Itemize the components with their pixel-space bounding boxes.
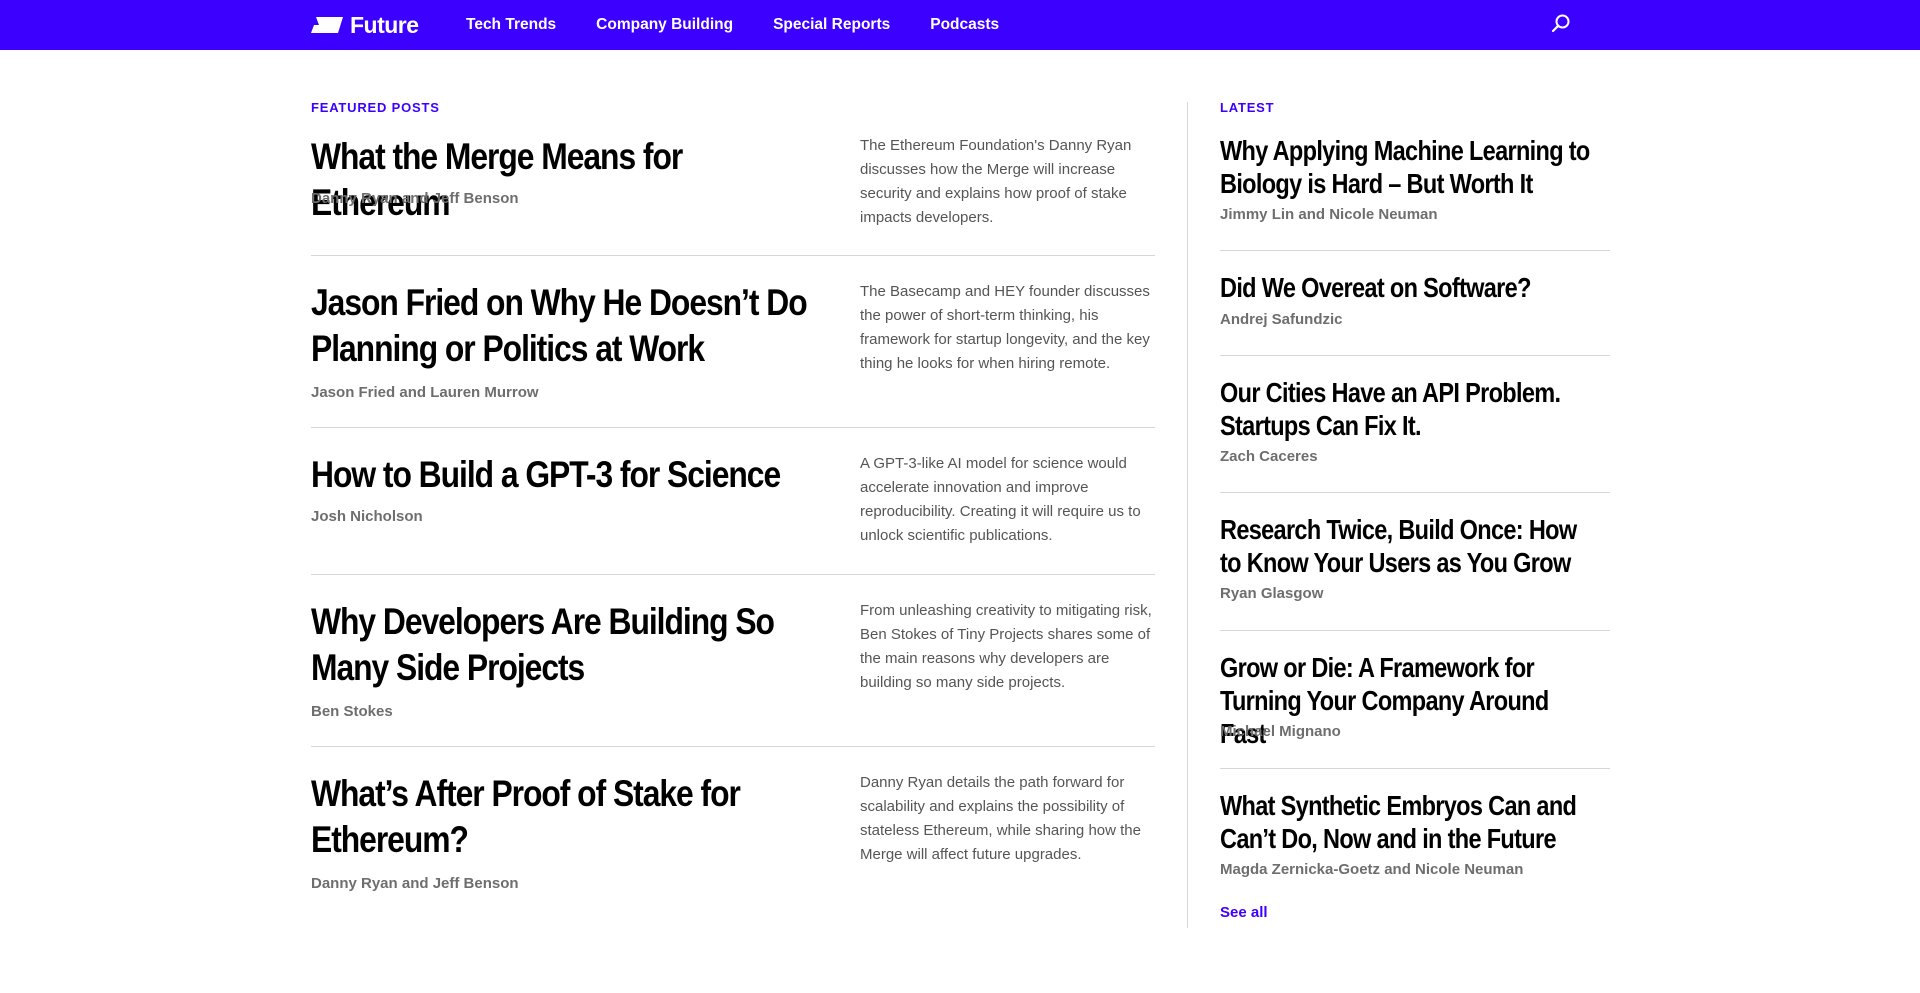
top-nav-bar: Future Tech Trends Company Building Spec… — [0, 0, 1920, 50]
featured-post: What’s After Proof of Stake for Ethereum… — [311, 747, 1155, 907]
nav-item-tech-trends[interactable]: Tech Trends — [466, 16, 556, 34]
featured-post-title[interactable]: Why Developers Are Building So Many Side… — [311, 599, 818, 691]
see-all-link[interactable]: See all — [1220, 904, 1268, 921]
featured-post-title[interactable]: What’s After Proof of Stake for Ethereum… — [311, 771, 818, 863]
featured-post-author[interactable]: Ben Stokes — [311, 703, 393, 720]
featured-post: Why Developers Are Building So Many Side… — [311, 575, 1155, 747]
featured-post-description: A GPT-3-like AI model for science would … — [860, 455, 1141, 544]
latest-post: Why Applying Machine Learning to Biology… — [1220, 126, 1610, 251]
latest-post-title[interactable]: Did We Overeat on Software? — [1220, 271, 1598, 304]
search-button[interactable] — [1550, 13, 1574, 37]
latest-post: Our Cities Have an API Problem. Startups… — [1220, 356, 1610, 493]
latest-posts-list: Why Applying Machine Learning to Biology… — [1220, 126, 1610, 899]
latest-post-title[interactable]: Why Applying Machine Learning to Biology… — [1220, 134, 1598, 200]
featured-post-author[interactable]: Jason Fried and Lauren Murrow — [311, 384, 539, 401]
latest-post-title[interactable]: Research Twice, Build Once: How to Know … — [1220, 513, 1598, 579]
featured-post-description: From unleashing creativity to mitigating… — [860, 602, 1152, 691]
latest-post: Grow or Die: A Framework for Turning You… — [1220, 631, 1610, 769]
site-logo-text: Future — [350, 11, 419, 38]
nav-item-company-building[interactable]: Company Building — [596, 16, 733, 34]
latest-post-author[interactable]: Andrej Safundzic — [1220, 311, 1343, 328]
latest-post-title[interactable]: Our Cities Have an API Problem. Startups… — [1220, 376, 1598, 442]
featured-post: What the Merge Means for Ethereum Danny … — [311, 126, 1155, 256]
latest-post-author[interactable]: Magda Zernicka-Goetz and Nicole Neuman — [1220, 861, 1523, 878]
featured-post-title[interactable]: What the Merge Means for Ethereum — [311, 134, 818, 226]
latest-post-author[interactable]: Ryan Glasgow — [1220, 585, 1323, 602]
featured-post-description: The Ethereum Foundation's Danny Ryan dis… — [860, 137, 1132, 226]
featured-post: How to Build a GPT-3 for Science Josh Ni… — [311, 428, 1155, 575]
latest-post-author[interactable]: Michael Mignano — [1220, 723, 1341, 740]
latest-post: Did We Overeat on Software? Andrej Safun… — [1220, 251, 1610, 356]
column-divider — [1187, 102, 1188, 928]
latest-post-author[interactable]: Jimmy Lin and Nicole Neuman — [1220, 206, 1438, 223]
featured-post-author[interactable]: Danny Ryan and Jeff Benson — [311, 190, 519, 207]
search-icon — [1551, 14, 1570, 33]
featured-post-title[interactable]: How to Build a GPT-3 for Science — [311, 452, 818, 498]
featured-posts-label: FEATURED POSTS — [311, 100, 440, 115]
nav-item-podcasts[interactable]: Podcasts — [930, 16, 999, 34]
latest-post-title[interactable]: What Synthetic Embryos Can and Can’t Do,… — [1220, 789, 1598, 855]
latest-post-author[interactable]: Zach Caceres — [1220, 448, 1318, 465]
site-logo[interactable]: Future — [310, 12, 419, 38]
latest-label: LATEST — [1220, 100, 1275, 115]
featured-post-author[interactable]: Danny Ryan and Jeff Benson — [311, 875, 519, 892]
latest-post: Research Twice, Build Once: How to Know … — [1220, 493, 1610, 631]
main-nav: Tech Trends Company Building Special Rep… — [466, 0, 1039, 50]
latest-post: What Synthetic Embryos Can and Can’t Do,… — [1220, 769, 1610, 899]
nav-item-special-reports[interactable]: Special Reports — [773, 16, 890, 34]
featured-post-author[interactable]: Josh Nicholson — [311, 508, 423, 525]
featured-post-description: The Basecamp and HEY founder discusses t… — [860, 283, 1150, 372]
featured-post-description: Danny Ryan details the path forward for … — [860, 774, 1141, 863]
featured-post: Jason Fried on Why He Doesn’t Do Plannin… — [311, 256, 1155, 428]
future-logo-icon — [311, 17, 343, 33]
featured-post-title[interactable]: Jason Fried on Why He Doesn’t Do Plannin… — [311, 280, 818, 372]
featured-posts-list: What the Merge Means for Ethereum Danny … — [311, 126, 1155, 907]
